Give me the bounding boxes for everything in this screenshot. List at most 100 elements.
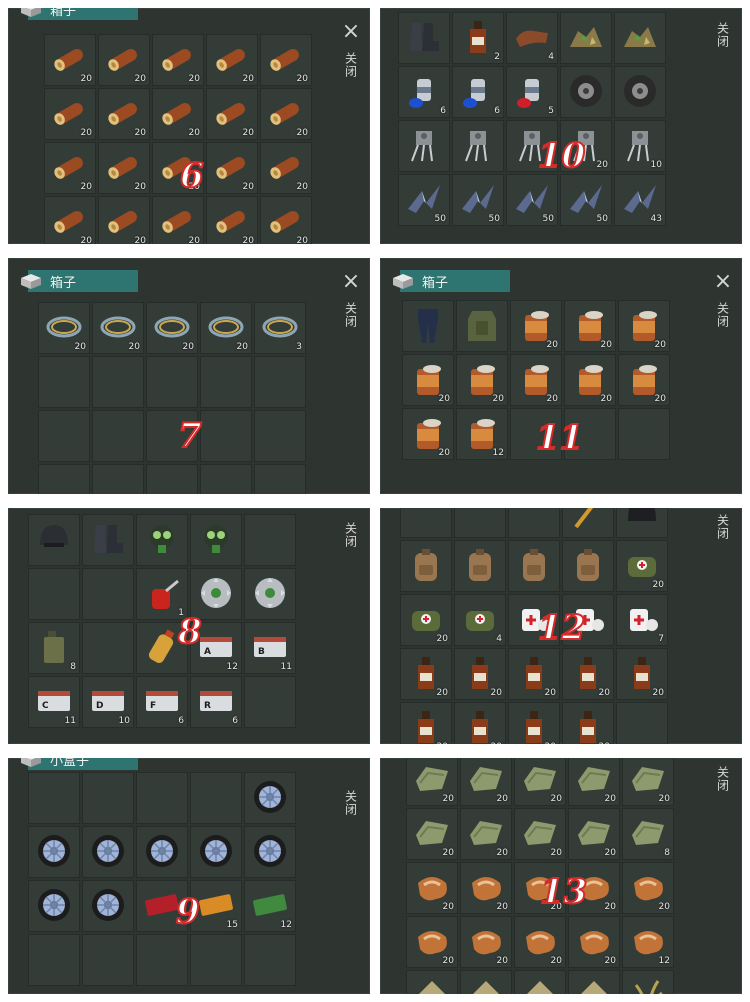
inventory-slot[interactable]: 20: [510, 300, 562, 352]
inventory-slot[interactable]: 20: [564, 300, 616, 352]
inventory-slot[interactable]: [200, 464, 252, 494]
inventory-slot[interactable]: 50: [506, 174, 558, 226]
inventory-slot[interactable]: 20: [44, 196, 96, 244]
inventory-slot[interactable]: [146, 356, 198, 408]
inventory-slot[interactable]: 20: [406, 808, 458, 860]
inventory-slot[interactable]: [514, 970, 566, 994]
close-button[interactable]: × 关闭: [340, 21, 362, 79]
inventory-slot[interactable]: [200, 356, 252, 408]
inventory-slot[interactable]: [398, 12, 450, 64]
inventory-slot[interactable]: [190, 934, 242, 986]
inventory-slot[interactable]: [244, 826, 296, 878]
inventory-slot[interactable]: 50: [398, 174, 450, 226]
inventory-slot[interactable]: 20: [402, 354, 454, 406]
inventory-slot[interactable]: 20: [508, 648, 560, 700]
inventory-slot[interactable]: [614, 12, 666, 64]
inventory-slot[interactable]: [454, 508, 506, 538]
inventory-slot[interactable]: [28, 772, 80, 824]
close-button[interactable]: × 关闭: [712, 271, 734, 329]
inventory-slot[interactable]: B 11: [244, 622, 296, 674]
inventory-slot[interactable]: [402, 300, 454, 352]
inventory-slot[interactable]: 20: [206, 196, 258, 244]
inventory-slot[interactable]: 20: [98, 142, 150, 194]
inventory-slot[interactable]: 20: [568, 916, 620, 968]
inventory-slot[interactable]: 12: [244, 880, 296, 932]
inventory-slot[interactable]: 6: [398, 66, 450, 118]
inventory-slot[interactable]: 2: [452, 12, 504, 64]
inventory-slot[interactable]: 20: [456, 354, 508, 406]
inventory-slot[interactable]: 20: [616, 648, 668, 700]
inventory-slot[interactable]: [82, 772, 134, 824]
inventory-slot[interactable]: 5: [506, 66, 558, 118]
inventory-slot[interactable]: [508, 540, 560, 592]
inventory-slot[interactable]: [460, 970, 512, 994]
inventory-slot[interactable]: [244, 772, 296, 824]
inventory-slot[interactable]: 20: [402, 408, 454, 460]
inventory-slot[interactable]: [136, 826, 188, 878]
inventory-slot[interactable]: 20: [98, 88, 150, 140]
inventory-slot[interactable]: 8: [28, 622, 80, 674]
inventory-slot[interactable]: 20: [622, 862, 674, 914]
inventory-slot[interactable]: 20: [152, 88, 204, 140]
inventory-slot[interactable]: 20: [562, 648, 614, 700]
inventory-slot[interactable]: [254, 410, 306, 462]
inventory-slot[interactable]: [28, 826, 80, 878]
inventory-slot[interactable]: [136, 772, 188, 824]
close-button[interactable]: 关闭: [712, 766, 734, 792]
inventory-slot[interactable]: 50: [560, 174, 612, 226]
inventory-slot[interactable]: [560, 12, 612, 64]
inventory-slot[interactable]: [82, 934, 134, 986]
inventory-slot[interactable]: 20: [618, 354, 670, 406]
inventory-slot[interactable]: [562, 508, 614, 538]
inventory-slot[interactable]: 20: [44, 142, 96, 194]
inventory-slot[interactable]: [28, 934, 80, 986]
inventory-slot[interactable]: 20: [146, 302, 198, 354]
inventory-slot[interactable]: 20: [406, 916, 458, 968]
inventory-slot[interactable]: [560, 66, 612, 118]
inventory-slot[interactable]: 20: [44, 34, 96, 86]
inventory-slot[interactable]: [28, 880, 80, 932]
inventory-slot[interactable]: 20: [454, 702, 506, 744]
inventory-slot[interactable]: [190, 772, 242, 824]
inventory-slot[interactable]: 12: [622, 916, 674, 968]
inventory-slot[interactable]: 7: [616, 594, 668, 646]
inventory-slot[interactable]: [616, 702, 668, 744]
inventory-slot[interactable]: 20: [98, 34, 150, 86]
inventory-slot[interactable]: 4: [506, 12, 558, 64]
inventory-slot[interactable]: 20: [260, 34, 312, 86]
inventory-slot[interactable]: [406, 970, 458, 994]
inventory-slot[interactable]: 20: [400, 594, 452, 646]
inventory-slot[interactable]: 20: [200, 302, 252, 354]
inventory-slot[interactable]: 20: [564, 354, 616, 406]
inventory-slot[interactable]: 20: [460, 862, 512, 914]
inventory-slot[interactable]: [38, 356, 90, 408]
close-button[interactable]: 关闭: [712, 514, 734, 540]
inventory-slot[interactable]: [400, 540, 452, 592]
inventory-slot[interactable]: [38, 410, 90, 462]
close-button[interactable]: 关闭: [340, 522, 362, 548]
inventory-slot[interactable]: D 10: [82, 676, 134, 728]
inventory-slot[interactable]: [190, 514, 242, 566]
inventory-slot[interactable]: 20: [616, 540, 668, 592]
inventory-slot[interactable]: F6: [136, 676, 188, 728]
inventory-slot[interactable]: 20: [460, 758, 512, 806]
inventory-slot[interactable]: 4: [454, 594, 506, 646]
inventory-slot[interactable]: [244, 934, 296, 986]
inventory-slot[interactable]: 20: [510, 354, 562, 406]
inventory-slot[interactable]: [622, 970, 674, 994]
inventory-slot[interactable]: [190, 826, 242, 878]
inventory-slot[interactable]: [92, 464, 144, 494]
inventory-slot[interactable]: [136, 514, 188, 566]
close-button[interactable]: × 关闭: [340, 271, 362, 329]
inventory-slot[interactable]: [616, 508, 668, 538]
inventory-slot[interactable]: [92, 410, 144, 462]
close-button[interactable]: 关闭: [340, 772, 362, 816]
inventory-slot[interactable]: [244, 568, 296, 620]
inventory-slot[interactable]: 20: [152, 34, 204, 86]
inventory-slot[interactable]: [452, 120, 504, 172]
inventory-slot[interactable]: [200, 410, 252, 462]
inventory-slot[interactable]: [562, 540, 614, 592]
inventory-slot[interactable]: 20: [206, 34, 258, 86]
inventory-slot[interactable]: [614, 66, 666, 118]
inventory-slot[interactable]: 20: [38, 302, 90, 354]
